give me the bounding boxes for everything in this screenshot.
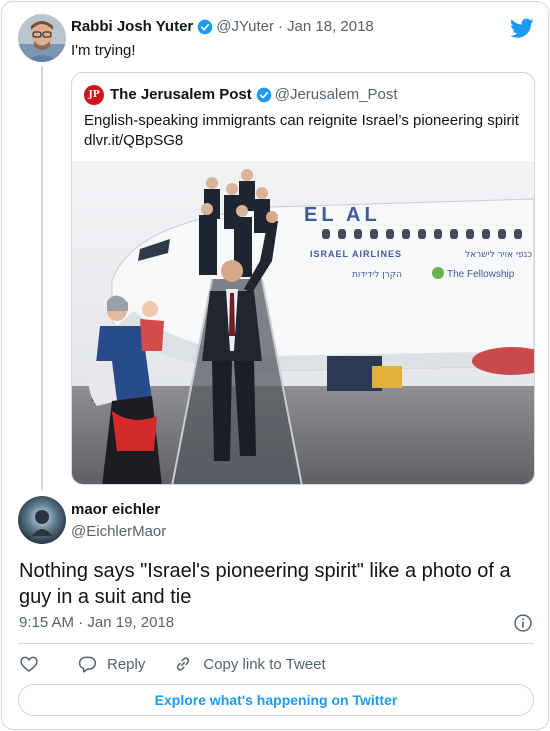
link-icon: [177, 657, 190, 671]
quoted-link[interactable]: dlvr.it/QBpSG8: [84, 131, 528, 151]
copy-link-label: Copy link to Tweet: [203, 655, 326, 673]
dot-separator: ·: [78, 614, 84, 631]
elal-logo: EL AL: [304, 204, 381, 226]
quoted-header: The Jerusalem Post @Jerusalem_Post: [110, 86, 398, 103]
reply-tweet-text: Nothing says "Israel's pioneering spirit…: [19, 560, 511, 608]
divider: [18, 643, 534, 644]
quoted-tweet-text: English-speaking immigrants can reignite…: [84, 111, 528, 151]
reply-author-handle[interactable]: @EichlerMaor: [71, 523, 166, 540]
thread-line: [41, 66, 43, 490]
parent-author-name[interactable]: Rabbi Josh Yuter: [71, 18, 193, 35]
quoted-tweet[interactable]: JP The Jerusalem Post @Jerusalem_Post En…: [71, 72, 535, 485]
reply-button[interactable]: Reply: [77, 654, 145, 674]
like-button[interactable]: [19, 654, 49, 674]
parent-tweet-text: I'm trying!: [71, 42, 136, 59]
quoted-author-name[interactable]: The Jerusalem Post: [110, 86, 252, 103]
airplane-arrival-photo[interactable]: EL AL ISRAEL AIRLINES כנפי אויר לישראל ה…: [72, 161, 534, 485]
dot-separator: ·: [278, 18, 284, 35]
action-bar: Reply Copy link to Tweet: [19, 654, 354, 674]
twitter-bird-icon[interactable]: [510, 16, 534, 40]
jerusalem-post-logo: JP: [84, 85, 104, 105]
hebrew-slogan: כנפי אויר לישראל: [465, 250, 532, 260]
quoted-headline: English-speaking immigrants can reignite…: [84, 112, 519, 129]
airline-name: ISRAEL AIRLINES: [310, 249, 402, 259]
heart-icon: [20, 656, 38, 673]
reply-time: 9:15 AM: [19, 614, 75, 631]
reply-bubble-icon: [78, 656, 97, 673]
partner-name: The Fellowship: [447, 269, 515, 280]
parent-header: Rabbi Josh Yuter @JYuter · Jan 18, 2018: [71, 18, 374, 35]
parent-author-handle[interactable]: @JYuter: [216, 18, 274, 35]
reply-label: Reply: [107, 655, 146, 673]
parent-avatar[interactable]: [18, 14, 66, 62]
reply-author-name[interactable]: maor eichler: [71, 501, 160, 518]
explore-twitter-button[interactable]: Explore what's happening on Twitter: [18, 684, 534, 716]
partner-hebrew: הקרן לידידות: [352, 270, 402, 280]
quoted-author-handle[interactable]: @Jerusalem_Post: [275, 86, 398, 103]
reply-date: Jan 19, 2018: [87, 614, 175, 631]
reply-timestamp[interactable]: 9:15 AM · Jan 19, 2018: [19, 614, 174, 631]
copy-link-button[interactable]: Copy link to Tweet: [173, 654, 326, 674]
parent-date[interactable]: Jan 18, 2018: [287, 18, 374, 35]
verified-badge-icon: [256, 87, 272, 102]
tweet-embed-card: Rabbi Josh Yuter @JYuter · Jan 18, 2018 …: [1, 1, 549, 730]
verified-badge-icon: [197, 19, 213, 34]
info-icon[interactable]: [513, 613, 533, 633]
reply-avatar[interactable]: [18, 496, 66, 544]
